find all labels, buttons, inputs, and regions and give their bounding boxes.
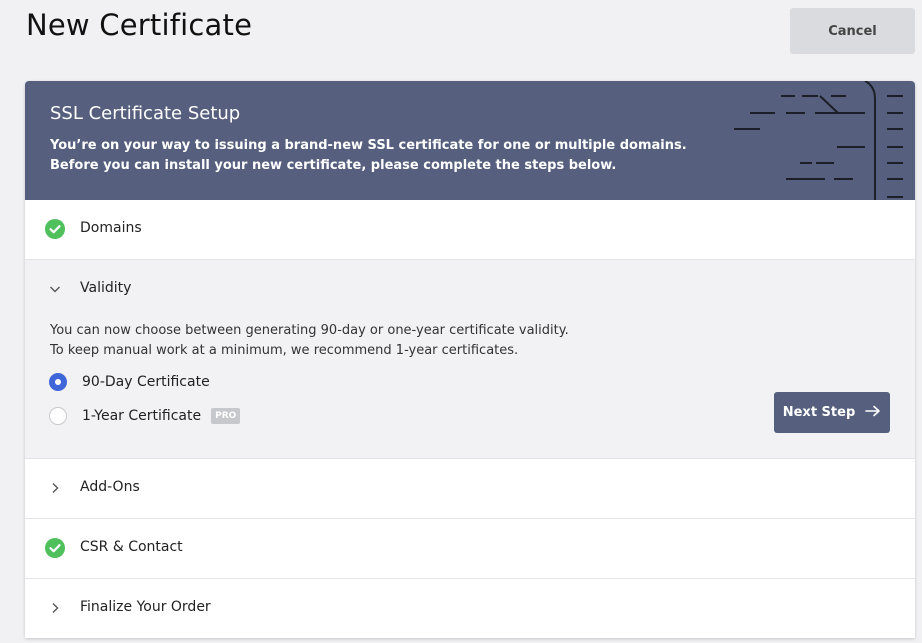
validity-description-line-1: You can now choose between generating 90…: [50, 323, 569, 338]
option-90-day[interactable]: 90-Day Certificate: [49, 373, 210, 391]
validity-description-line-2: To keep manual work at a minimum, we rec…: [50, 343, 519, 358]
setup-banner: SSL Certificate Setup You’re on your way…: [25, 81, 915, 200]
page-title: New Certificate: [26, 8, 253, 42]
pro-badge: PRO: [211, 408, 241, 424]
banner-title: SSL Certificate Setup: [50, 103, 241, 124]
step-label: CSR & Contact: [80, 539, 183, 555]
next-step-button[interactable]: Next Step: [774, 392, 890, 433]
step-validity: Validity You can now choose between gene…: [25, 260, 915, 459]
step-csr-contact: CSR & Contact: [25, 519, 915, 579]
step-label: Validity: [80, 280, 132, 296]
step-add-ons-header[interactable]: Add-Ons: [25, 459, 915, 518]
certificate-setup-card: SSL Certificate Setup You’re on your way…: [25, 81, 915, 638]
step-label: Add-Ons: [80, 479, 140, 495]
cancel-button[interactable]: Cancel: [790, 8, 915, 54]
banner-line-1: You’re on your way to issuing a brand-ne…: [50, 138, 687, 153]
option-1-year[interactable]: 1-Year Certificate PRO: [49, 407, 241, 425]
check-circle-icon: [45, 219, 65, 239]
step-domains: Domains: [25, 200, 915, 260]
banner-description: You’re on your way to issuing a brand-ne…: [50, 136, 915, 176]
chevron-down-icon: [45, 279, 65, 299]
option-90-day-label: 90-Day Certificate: [82, 374, 210, 390]
arrow-right-icon: [865, 405, 881, 421]
radio-1-year[interactable]: [49, 407, 67, 425]
step-finalize-order: Finalize Your Order: [25, 579, 915, 638]
step-label: Finalize Your Order: [80, 599, 211, 615]
chevron-right-icon: [45, 478, 65, 498]
step-csr-contact-header[interactable]: CSR & Contact: [25, 519, 915, 578]
banner-line-2: Before you can install your new certific…: [50, 158, 617, 173]
check-circle-icon: [45, 538, 65, 558]
step-finalize-order-header[interactable]: Finalize Your Order: [25, 579, 915, 638]
next-step-label: Next Step: [782, 405, 856, 420]
step-domains-header[interactable]: Domains: [25, 200, 915, 259]
validity-description: You can now choose between generating 90…: [50, 321, 569, 361]
option-1-year-label: 1-Year Certificate: [82, 408, 202, 424]
step-validity-header[interactable]: Validity: [25, 260, 915, 319]
radio-90-day[interactable]: [49, 373, 67, 391]
chevron-right-icon: [45, 598, 65, 618]
step-label: Domains: [80, 220, 142, 236]
step-add-ons: Add-Ons: [25, 459, 915, 519]
